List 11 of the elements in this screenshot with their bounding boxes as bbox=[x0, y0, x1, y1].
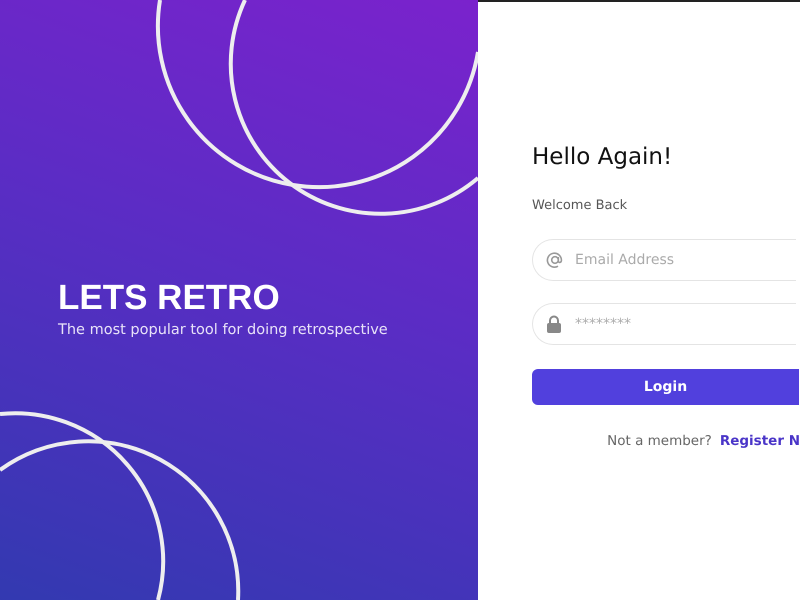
email-field[interactable]: Email Address bbox=[532, 239, 796, 281]
lock-icon bbox=[546, 315, 562, 333]
form-subheading: Welcome Back bbox=[532, 198, 628, 213]
tagline: The most popular tool for doing retrospective bbox=[58, 322, 388, 338]
brand-title: LETS RETRO bbox=[58, 278, 281, 318]
password-field[interactable]: ******** bbox=[532, 303, 796, 345]
at-sign-icon bbox=[546, 251, 564, 269]
form-heading: Hello Again! bbox=[532, 143, 674, 172]
register-link[interactable]: Register N bbox=[720, 433, 800, 449]
login-button[interactable]: Login bbox=[532, 369, 799, 405]
register-prompt: Not a member? bbox=[607, 433, 712, 449]
